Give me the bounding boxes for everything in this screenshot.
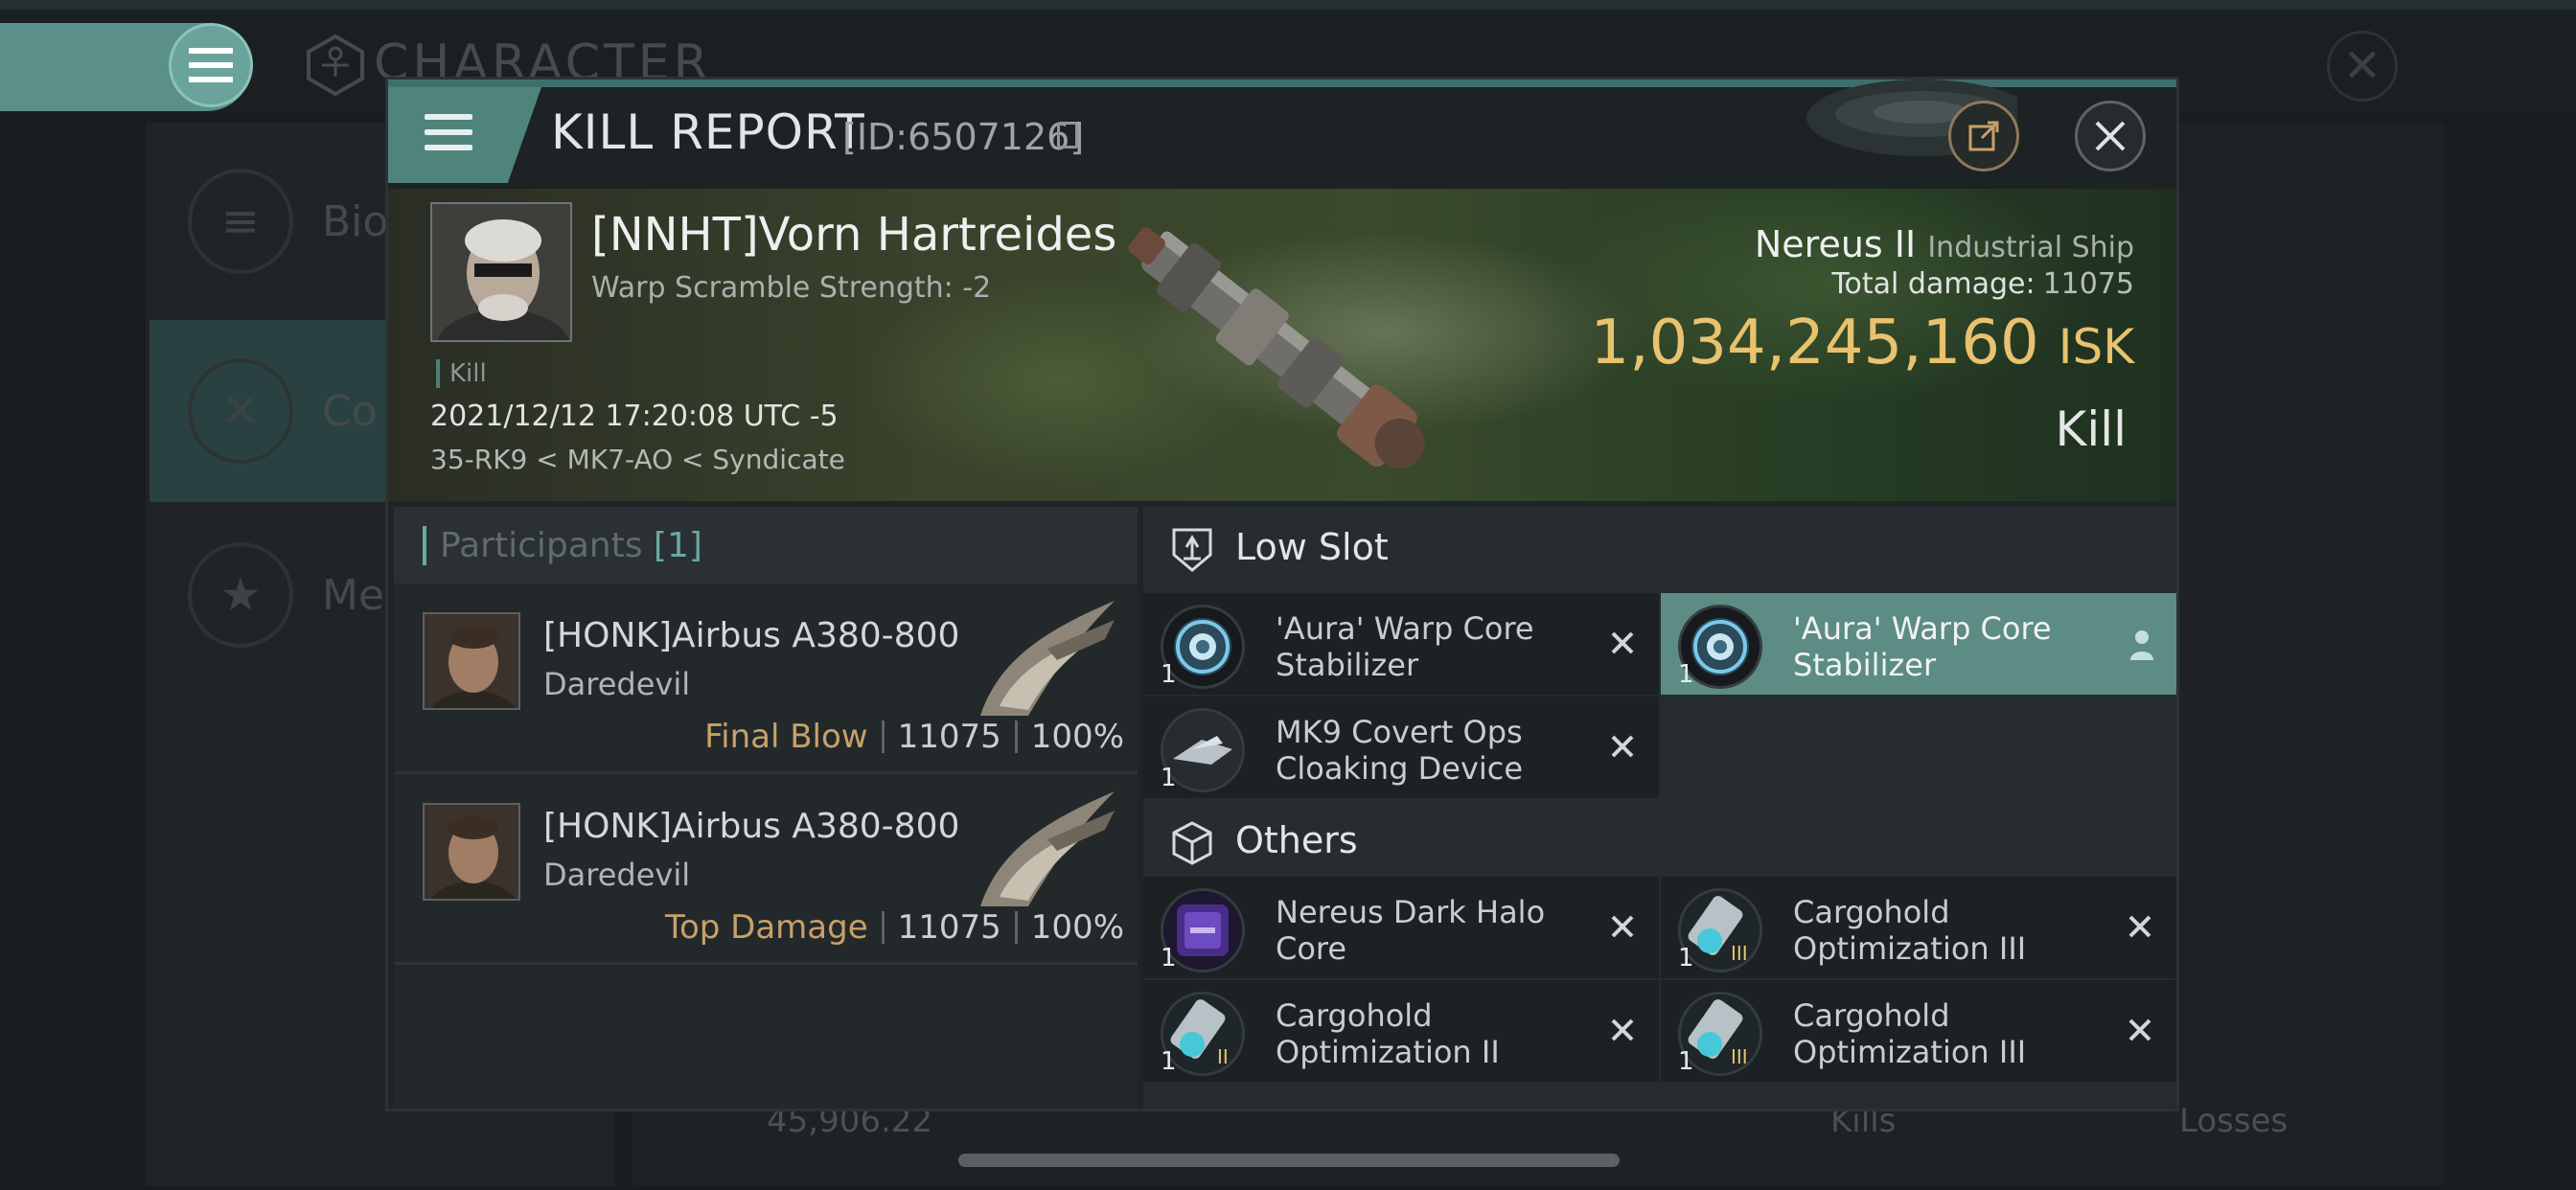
- item-quantity: 1: [1161, 1047, 1177, 1076]
- total-damage-value: 11075: [2042, 267, 2134, 301]
- side-item-label: Bio: [322, 196, 389, 246]
- item-row[interactable]: 1 MK9 Covert Ops Cloaking Device: [1143, 697, 1659, 798]
- victim-ship-name[interactable]: Nereus II Industrial Ship: [1755, 223, 2134, 265]
- item-row[interactable]: III 1 Cargohold Optimization III: [1661, 877, 2176, 978]
- participants-panel: Participants [1] [HONK]Airbus A380-800 D…: [394, 507, 1138, 1109]
- item-name: Cargohold Optimization II: [1276, 997, 1500, 1070]
- participant-name[interactable]: [HONK]Airbus A380-800: [543, 807, 959, 846]
- destroyed-x-icon: [1611, 735, 1634, 758]
- close-button[interactable]: [2075, 101, 2146, 172]
- svg-text:III: III: [1731, 1045, 1748, 1068]
- item-quantity: 1: [1161, 944, 1177, 973]
- participant-name[interactable]: [HONK]Airbus A380-800: [543, 616, 959, 655]
- destroyed-x-icon: [2128, 1018, 2151, 1041]
- cube-icon: [1172, 821, 1212, 865]
- destroyed-x-icon: [1611, 631, 1634, 654]
- item-name: Cargohold Optimization III: [1793, 997, 2027, 1070]
- item-quantity: 1: [1678, 944, 1694, 973]
- main-menu-icon[interactable]: [169, 23, 253, 107]
- bottom-losses-label: Losses: [2179, 1102, 2288, 1140]
- item-name: 'Aura' Warp Core Stabilizer: [1276, 610, 1534, 683]
- item-name: 'Aura' Warp Core Stabilizer: [1793, 610, 2052, 683]
- item-quantity: 1: [1678, 1047, 1694, 1076]
- participant-row[interactable]: [HONK]Airbus A380-800 Daredevil Top Dama…: [394, 774, 1138, 965]
- close-icon: [2095, 121, 2126, 151]
- item-name: MK9 Covert Ops Cloaking Device: [1276, 714, 1524, 787]
- items-panel: Low Slot 1 'Aura' Warp Core Stabilizer 1…: [1143, 507, 2176, 1109]
- side-item-label: Co: [322, 386, 378, 436]
- item-quantity: 1: [1161, 764, 1177, 792]
- victim-ship-image[interactable]: [1097, 198, 1452, 495]
- participant-percent: 100%: [1030, 908, 1124, 947]
- total-damage: Total damage: 11075: [1831, 267, 2134, 301]
- top-damage-tag: Top Damage: [664, 908, 868, 947]
- item-row[interactable]: II 1 Cargohold Optimization II: [1143, 980, 1659, 1082]
- isk-value: 1,034,245,160 ISK: [1591, 308, 2135, 378]
- share-icon: [1968, 121, 1999, 151]
- svg-text:II: II: [1217, 1045, 1229, 1068]
- item-row[interactable]: 1 'Aura' Warp Core Stabilizer: [1661, 593, 2176, 695]
- star-icon: ★: [188, 542, 293, 648]
- victim-portrait[interactable]: [430, 202, 572, 342]
- participant-row[interactable]: [HONK]Airbus A380-800 Daredevil Final Bl…: [394, 584, 1138, 774]
- screen-close-button[interactable]: ✕: [2327, 31, 2398, 102]
- participant-damage: 11075: [897, 718, 1001, 756]
- item-row[interactable]: 1 'Aura' Warp Core Stabilizer: [1143, 593, 1659, 695]
- dropped-person-icon: [2130, 630, 2153, 660]
- participant-damage: 11075: [897, 908, 1001, 947]
- kill-outcome: Kill: [2055, 401, 2127, 457]
- kill-tag: Kill: [436, 359, 487, 388]
- participant-ship: Daredevil: [543, 666, 691, 702]
- destroyed-x-icon: [1611, 915, 1634, 938]
- item-quantity: 1: [1161, 660, 1177, 689]
- crossed-swords-icon: ✕: [188, 358, 293, 464]
- warp-scramble-strength: Warp Scramble Strength: -2: [591, 271, 992, 305]
- participant-ship: Daredevil: [543, 857, 691, 893]
- isk-unit: ISK: [2058, 319, 2134, 375]
- character-icon: [307, 34, 364, 96]
- final-blow-tag: Final Blow: [704, 718, 868, 756]
- top-status-line: [0, 0, 2576, 10]
- victim-name[interactable]: [NNHT]Vorn Hartreides: [591, 208, 1116, 262]
- participants-header: Participants [1]: [394, 507, 1138, 584]
- destroyed-x-icon: [1611, 1018, 1634, 1041]
- participant-percent: 100%: [1030, 718, 1124, 756]
- kill-location[interactable]: 35-RK9 < MK7-AO < Syndicate: [430, 444, 845, 475]
- modal-title: KILL REPORT: [551, 104, 865, 160]
- participant-stats: Top Damage 11075 100%: [665, 908, 1124, 947]
- side-item-label: Me: [322, 570, 385, 620]
- low-slot-icon: [1172, 528, 1212, 572]
- home-indicator[interactable]: [958, 1154, 1620, 1167]
- low-slot-header: Low Slot: [1143, 507, 2176, 589]
- low-slot-label: Low Slot: [1235, 526, 1389, 568]
- kill-report-modal: KILL REPORT [ID:6507126] [NNHT]Vorn Hart…: [385, 77, 2179, 1111]
- item-row[interactable]: III 1 Cargohold Optimization III: [1661, 980, 2176, 1082]
- destroyed-x-icon: [2128, 915, 2151, 938]
- item-quantity: 1: [1678, 660, 1694, 689]
- item-row[interactable]: 1 Nereus Dark Halo Core: [1143, 877, 1659, 978]
- total-damage-label: Total damage:: [1831, 267, 2036, 301]
- share-button[interactable]: [1948, 101, 2019, 172]
- isk-amount: 1,034,245,160: [1590, 308, 2039, 378]
- item-name: Nereus Dark Halo Core: [1276, 894, 1546, 967]
- bio-icon: ≡: [188, 169, 293, 274]
- kill-datetime: 2021/12/12 17:20:08 UTC -5: [430, 400, 839, 433]
- participants-count: [1]: [653, 526, 702, 565]
- kill-report-id: [ID:6507126]: [842, 116, 1085, 158]
- ship-name-text: Nereus II: [1754, 223, 1917, 265]
- others-label: Others: [1235, 819, 1358, 861]
- item-name: Cargohold Optimization III: [1793, 894, 2027, 967]
- hamburger-icon: [425, 114, 472, 156]
- participant-ship-image[interactable]: [961, 591, 1124, 725]
- participant-stats: Final Blow 11075 100%: [704, 718, 1124, 756]
- ship-class: Industrial Ship: [1927, 231, 2134, 264]
- svg-text:III: III: [1731, 942, 1748, 965]
- participant-portrait[interactable]: [423, 803, 520, 901]
- victim-banner: [NNHT]Vorn Hartreides Warp Scramble Stre…: [388, 189, 2176, 501]
- others-header: Others: [1143, 800, 2176, 882]
- participants-title: Participants [1]: [423, 526, 702, 565]
- participant-portrait[interactable]: [423, 612, 520, 710]
- participant-ship-image[interactable]: [961, 782, 1124, 916]
- copy-icon[interactable]: [1057, 122, 1078, 149]
